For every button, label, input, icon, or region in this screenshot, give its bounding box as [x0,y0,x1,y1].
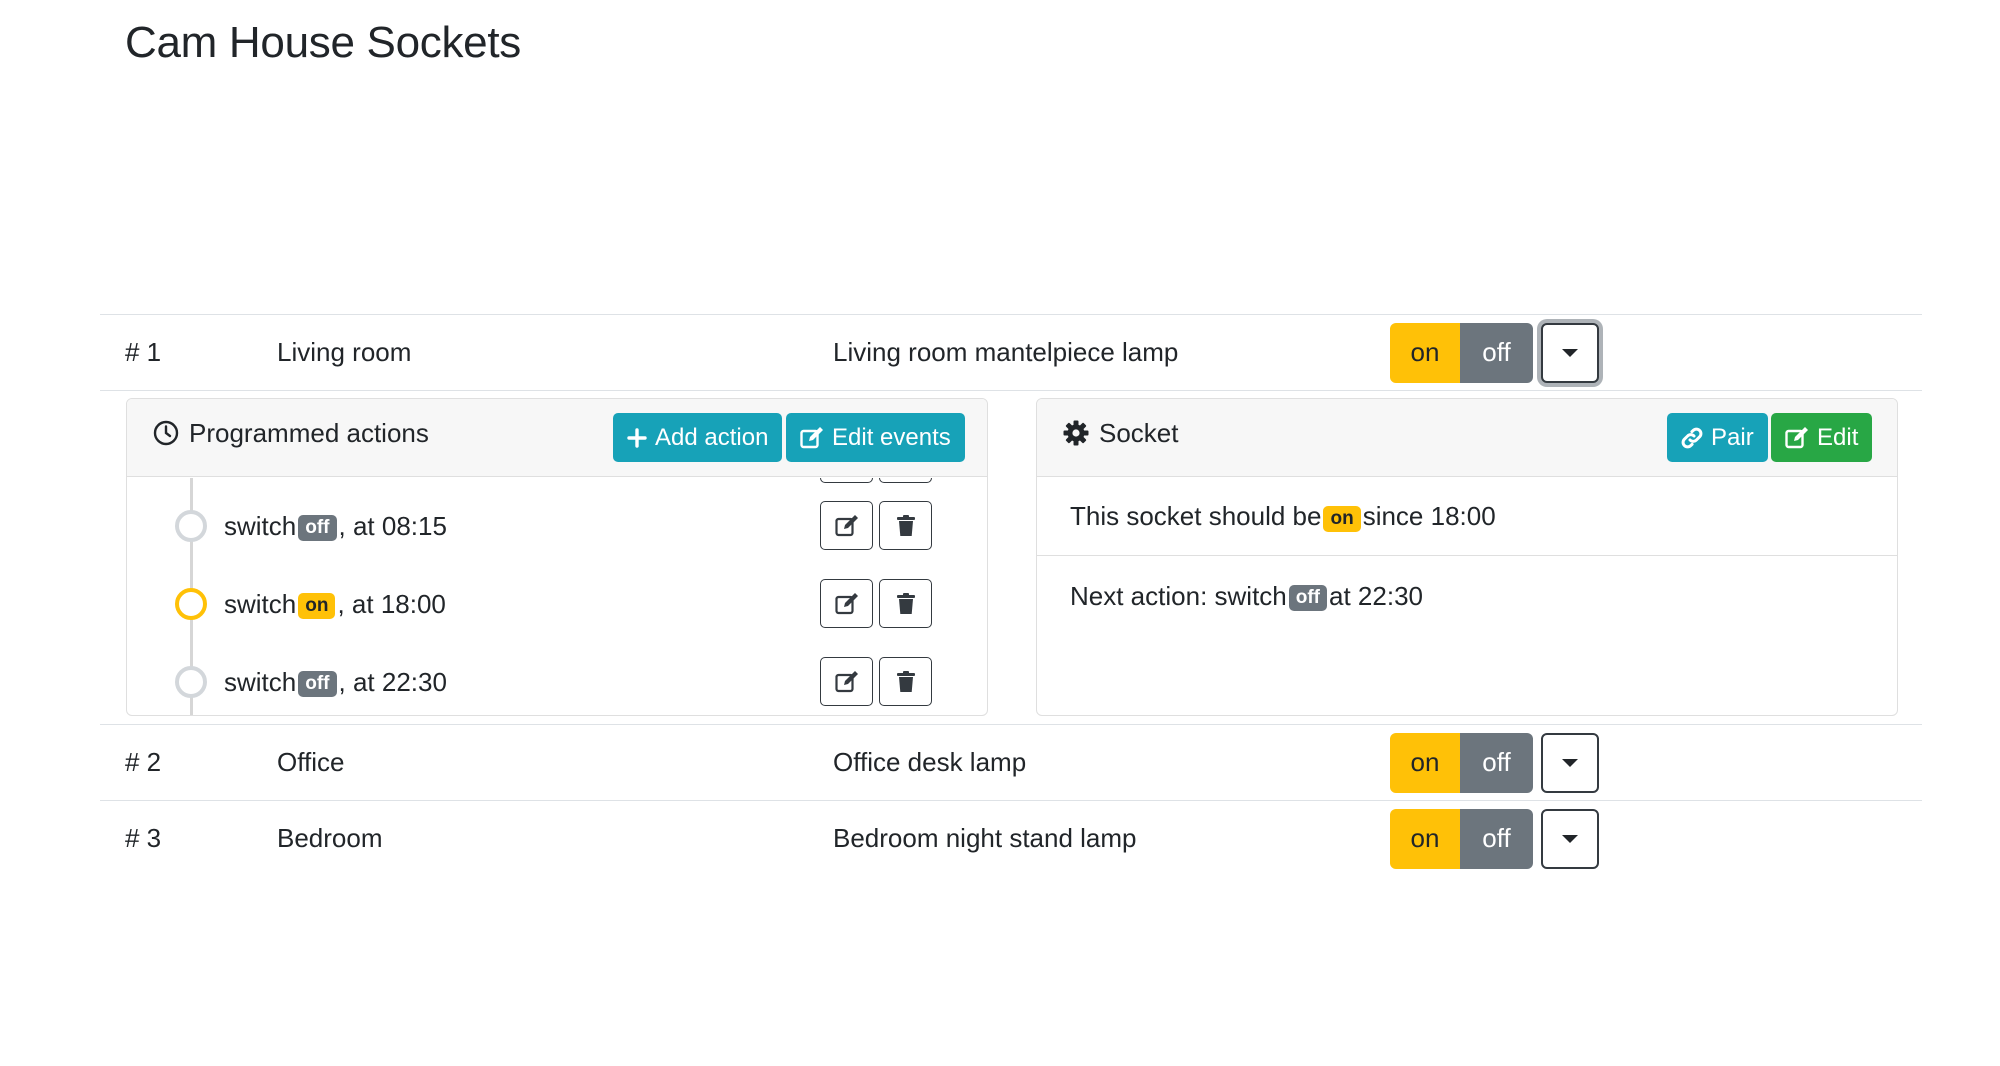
edit-icon [834,670,858,692]
action-time: , at 22:30 [338,666,447,697]
edit-socket-label: Edit [1817,423,1859,451]
on-button[interactable]: on [1390,732,1460,793]
socket-row-2: # 2 Office Office desk lamp on off [100,724,1922,800]
page-title: Cam House Sockets [125,18,521,67]
socket-controls: on off [1390,725,1599,800]
timeline-dot [175,510,207,542]
timeline-dot-current [175,588,207,620]
next-action-prefix: Next action: switch [1070,580,1287,611]
socket-row-1: # 1 Living room Living room mantelpiece … [100,314,1922,391]
delete-action-button[interactable] [879,579,932,628]
edit-action-button[interactable] [820,579,873,628]
action-time: , at 08:15 [338,510,447,541]
delete-action-button[interactable] [879,657,932,706]
expand-toggle-button[interactable] [1541,322,1599,383]
socket-name: Office desk lamp [833,747,1027,777]
action-text: switch on, at 18:00 [224,574,446,634]
action-text: switch off, at 08:15 [224,496,447,556]
action-item: switch off, at 08:15 [127,496,987,556]
on-button[interactable]: on [1390,808,1460,869]
edit-action-button[interactable] [820,478,873,483]
edit-icon [800,426,823,448]
action-verb: switch [224,588,297,619]
off-button[interactable]: off [1460,322,1533,383]
action-verb: switch [224,666,297,697]
socket-controls: on off [1390,801,1599,876]
delete-action-button[interactable] [879,478,932,483]
off-button[interactable]: off [1460,732,1533,793]
pair-label: Pair [1711,423,1754,451]
action-item: switch on, at 18:00 [127,574,987,634]
card-header: Programmed actions Add action Edit event… [127,399,987,477]
on-off-group: on off [1390,808,1533,869]
socket-room: Office [277,747,345,777]
card-title-text: Programmed actions [189,417,429,448]
trash-icon [896,670,915,692]
status-suffix: since 18:00 [1362,501,1496,531]
socket-name: Living room mantelpiece lamp [833,337,1179,367]
on-off-group: on off [1390,732,1533,793]
socket-room: Bedroom [277,823,383,853]
edit-action-button[interactable] [820,657,873,706]
edit-events-label: Edit events [832,423,951,451]
caret-down-icon [1562,758,1578,767]
edit-action-button[interactable] [820,501,873,550]
delete-action-button[interactable] [879,501,932,550]
clock-icon [153,420,179,446]
link-icon [1681,427,1703,448]
card-title: Socket [1063,399,1179,467]
socket-controls: on off [1390,315,1599,390]
card-header: Socket Pair Edit [1037,399,1897,477]
gear-icon [1063,420,1089,446]
add-action-button[interactable]: Add action [613,413,783,462]
on-button[interactable]: on [1390,322,1460,383]
socket-row-3: # 3 Bedroom Bedroom night stand lamp on … [100,800,1922,876]
socket-number: # 1 [125,337,162,367]
state-badge: off [1288,585,1328,611]
state-badge: on [1323,505,1361,532]
expand-toggle-button[interactable] [1541,808,1599,869]
plus-icon [627,427,647,448]
card-title-text: Socket [1099,417,1179,448]
caret-down-icon [1562,348,1578,357]
socket-status: This socket should be on since 18:00 [1037,478,1897,556]
socket-name: Bedroom night stand lamp [833,823,1137,853]
socket-number: # 3 [125,823,162,853]
socket-number: # 2 [125,747,162,777]
state-badge: off [298,515,337,541]
actions-timeline: switch off, at 08:15 switch on, at 18:00… [127,478,987,715]
next-action: Next action: switch off at 22:30 [1037,557,1897,635]
action-time: , at 18:00 [337,588,446,619]
action-verb: switch [224,510,297,541]
edit-socket-button[interactable]: Edit [1771,413,1873,462]
trash-icon [896,592,915,614]
action-text: switch off, at 22:30 [224,652,447,712]
timeline-dot [175,666,207,698]
programmed-actions-card: Programmed actions Add action Edit event… [126,398,988,716]
edit-icon [834,514,858,536]
next-action-suffix: at 22:30 [1329,580,1423,611]
edit-icon [834,592,858,614]
expand-toggle-button[interactable] [1541,732,1599,793]
edit-events-button[interactable]: Edit events [786,413,965,462]
pair-button[interactable]: Pair [1667,413,1768,462]
caret-down-icon [1562,834,1578,843]
state-badge: off [298,671,337,697]
socket-room: Living room [277,337,412,367]
edit-icon [1785,426,1808,448]
card-title: Programmed actions [153,399,429,467]
status-prefix: This socket should be [1070,501,1322,531]
action-item: switch off, at 22:30 [127,652,987,712]
state-badge: on [298,593,336,619]
on-off-group: on off [1390,322,1533,383]
off-button[interactable]: off [1460,808,1533,869]
trash-icon [896,514,915,536]
add-action-label: Add action [655,423,769,451]
socket-card: Socket Pair Edit This socket should be o… [1036,398,1898,716]
